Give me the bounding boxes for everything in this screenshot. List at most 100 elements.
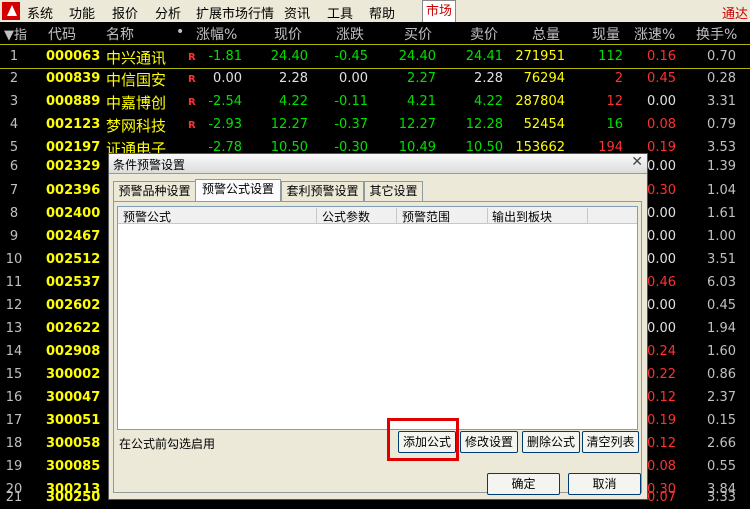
clear-list-button[interactable]: 清空列表 xyxy=(582,431,639,453)
turnover: 0.28 xyxy=(707,71,736,86)
turnover: 1.60 xyxy=(707,344,736,359)
header-turnover[interactable]: 换手% xyxy=(696,24,737,44)
header-ask[interactable]: 卖价 xyxy=(470,24,498,44)
row-index: 17 xyxy=(5,413,23,428)
menu-help[interactable]: 帮助 xyxy=(369,3,395,22)
stock-code: 002908 xyxy=(46,344,101,359)
turnover: 2.66 xyxy=(707,436,736,451)
table-row[interactable]: 3 000889 中嘉博创 R -2.54 4.22 -0.11 4.21 4.… xyxy=(0,90,750,113)
menu-quote[interactable]: 报价 xyxy=(112,3,138,22)
col-range[interactable]: 预警范围 xyxy=(397,208,488,224)
turnover: 0.15 xyxy=(707,413,736,428)
tongda-tab[interactable]: 通达 xyxy=(722,3,748,22)
modify-settings-button[interactable]: 修改设置 xyxy=(460,431,518,453)
quote-table-header: ▼指 代码 名称 • 涨幅% 现价 涨跌 买价 卖价 总量 现量 涨速% 换手% xyxy=(0,22,750,45)
bid: 24.40 xyxy=(398,49,436,64)
market-tab[interactable]: 市场 xyxy=(422,0,456,23)
stock-name: 中兴通讯 xyxy=(106,49,167,67)
stock-code: 002512 xyxy=(46,252,101,267)
formula-list[interactable]: 预警公式 公式参数 预警范围 输出到板块 xyxy=(117,206,638,430)
ok-button[interactable]: 确定 xyxy=(487,473,560,495)
change-pct: -1.81 xyxy=(208,49,242,64)
formula-settings-panel: 预警公式 公式参数 预警范围 输出到板块 在公式前勾选启用 添加公式 修改设置 … xyxy=(113,201,642,493)
stock-code: 300051 xyxy=(46,413,101,428)
price: 2.28 xyxy=(279,71,308,86)
speed: 0.16 xyxy=(647,49,676,64)
header-price[interactable]: 现价 xyxy=(274,24,302,44)
header-speed[interactable]: 涨速% xyxy=(634,24,675,44)
price: 12.27 xyxy=(270,117,308,132)
header-bid[interactable]: 买价 xyxy=(404,24,432,44)
stock-code: 300085 xyxy=(46,459,101,474)
menu-function[interactable]: 功能 xyxy=(69,3,95,22)
change-pct: -2.54 xyxy=(208,94,242,109)
ask: 12.28 xyxy=(465,117,503,132)
menu-tools[interactable]: 工具 xyxy=(327,3,353,22)
row-index: 21 xyxy=(5,490,23,505)
speed: 0.45 xyxy=(647,71,676,86)
stock-code: 300058 xyxy=(46,436,101,451)
header-code[interactable]: 代码 xyxy=(48,24,76,44)
formula-list-header: 预警公式 公式参数 预警范围 输出到板块 xyxy=(118,207,637,224)
close-icon[interactable]: ✕ xyxy=(631,154,643,170)
volume: 287804 xyxy=(515,94,565,109)
col-params[interactable]: 公式参数 xyxy=(317,208,397,224)
turnover: 0.79 xyxy=(707,117,736,132)
table-row[interactable]: 1 000063 中兴通讯 R -1.81 24.40 -0.45 24.40 … xyxy=(0,44,750,69)
col-output-block[interactable]: 输出到板块 xyxy=(487,208,588,224)
row-index: 6 xyxy=(9,159,19,174)
row-index: 18 xyxy=(5,436,23,451)
delete-formula-button[interactable]: 删除公式 xyxy=(522,431,580,453)
speed: 0.08 xyxy=(647,117,676,132)
rzrq-flag: R xyxy=(188,97,196,108)
tab-other-settings[interactable]: 其它设置 xyxy=(364,181,423,201)
stock-code: 002329 xyxy=(46,159,101,174)
rzrq-flag: R xyxy=(188,52,196,63)
header-change-pct[interactable]: 涨幅% xyxy=(196,24,237,44)
row-index: 3 xyxy=(9,94,19,109)
stock-code: 300047 xyxy=(46,390,101,405)
stock-code: 002622 xyxy=(46,321,101,336)
menu-news[interactable]: 资讯 xyxy=(284,3,310,22)
stock-code: 002396 xyxy=(46,183,101,198)
table-row[interactable]: 2 000839 中信国安 R 0.00 2.28 0.00 2.27 2.28… xyxy=(0,67,750,90)
turnover: 3.53 xyxy=(707,140,736,155)
row-index: 9 xyxy=(9,229,19,244)
diff: -0.37 xyxy=(334,117,368,132)
row-index: 13 xyxy=(5,321,23,336)
turnover: 1.94 xyxy=(707,321,736,336)
header-diff[interactable]: 涨跌 xyxy=(336,24,364,44)
row-index: 16 xyxy=(5,390,23,405)
cancel-button[interactable]: 取消 xyxy=(568,473,641,495)
row-index: 2 xyxy=(9,71,19,86)
row-index: 4 xyxy=(9,117,19,132)
tab-variety-settings[interactable]: 预警品种设置 xyxy=(113,181,196,201)
row-index: 7 xyxy=(9,183,19,198)
header-index[interactable]: ▼指 xyxy=(4,24,27,43)
turnover: 2.37 xyxy=(707,390,736,405)
bid: 12.27 xyxy=(398,117,436,132)
price: 4.22 xyxy=(279,94,308,109)
header-name[interactable]: 名称 xyxy=(106,24,134,44)
menu-analysis[interactable]: 分析 xyxy=(155,3,181,22)
header-volume[interactable]: 总量 xyxy=(532,24,560,44)
menu-extended-market[interactable]: 扩展市场行情 xyxy=(196,3,274,22)
tab-arbitrage-settings[interactable]: 套利预警设置 xyxy=(281,181,364,201)
table-row[interactable]: 4 002123 梦网科技 R -2.93 12.27 -0.37 12.27 … xyxy=(0,113,750,136)
turnover: 0.86 xyxy=(707,367,736,382)
current-volume: 2 xyxy=(614,71,623,86)
header-current-volume[interactable]: 现量 xyxy=(592,24,620,44)
dialog-title-bar[interactable]: 条件预警设置 ✕ xyxy=(109,154,647,174)
diff: -0.45 xyxy=(334,49,368,64)
stock-name: 梦网科技 xyxy=(106,117,167,135)
stock-code: 002197 xyxy=(46,140,101,155)
row-index: 12 xyxy=(5,298,23,313)
volume: 76294 xyxy=(523,71,565,86)
menu-system[interactable]: 系统 xyxy=(27,3,53,22)
row-index: 19 xyxy=(5,459,23,474)
col-formula[interactable]: 预警公式 xyxy=(118,208,317,224)
stock-name: 中信国安 xyxy=(106,71,167,89)
speed: 0.00 xyxy=(647,94,676,109)
rzrq-flag: R xyxy=(188,74,196,85)
tab-formula-settings[interactable]: 预警公式设置 xyxy=(195,179,281,202)
